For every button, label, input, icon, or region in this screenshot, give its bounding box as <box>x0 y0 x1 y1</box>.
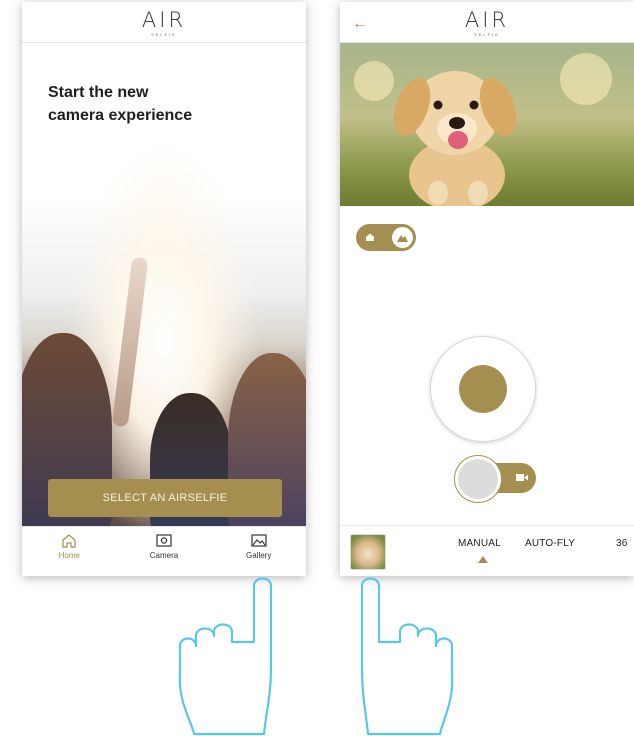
puppy-image <box>393 71 517 206</box>
nav-home[interactable]: Home <box>22 527 117 576</box>
home-icon <box>62 534 76 548</box>
joystick-knob[interactable] <box>459 365 507 413</box>
shutter-button[interactable] <box>454 455 502 503</box>
select-airselfie-button[interactable]: SELECT AN AIRSELFIE <box>48 479 282 517</box>
nav-gallery-label: Gallery <box>246 551 272 560</box>
logo-text: AIR <box>464 8 510 32</box>
logo-subtext: SELFIE <box>474 32 500 37</box>
mode-manual[interactable]: MANUAL <box>458 538 501 549</box>
nav-home-label: Home <box>58 551 80 560</box>
toggle-knob[interactable] <box>392 227 413 248</box>
pointing-hand-icon <box>360 577 454 736</box>
app-logo: AIR SELFIE <box>340 8 634 37</box>
selected-mode-indicator <box>478 556 488 563</box>
nav-camera-label: Camera <box>149 551 179 560</box>
home-icon <box>366 233 374 241</box>
joystick-pad[interactable] <box>430 336 536 442</box>
mode-360[interactable]: 36 <box>616 538 628 549</box>
shutter-control <box>454 455 538 503</box>
home-screen: AIR SELFIE Start the new camera experien… <box>22 2 306 576</box>
logo-text: AIR <box>141 8 187 32</box>
camera-icon <box>156 534 172 547</box>
logo-subtext: SELFIE <box>151 32 177 37</box>
drone-icon <box>397 235 408 242</box>
hero-image: Start the new camera experience SELECT A… <box>22 43 306 533</box>
mode-auto-fly[interactable]: AUTO-FLY <box>525 538 575 549</box>
video-icon <box>516 474 528 481</box>
pointing-hand-icon <box>178 577 273 736</box>
title-line-1: Start the new <box>48 84 149 101</box>
mode-toggle[interactable] <box>356 224 416 251</box>
camera-screen: ← AIR SELFIE MANUAL AUTO-FLY 36 <box>340 2 634 576</box>
page-title: Start the new camera experience <box>48 81 268 127</box>
shutter-inner <box>458 459 498 499</box>
title-line-2: camera experience <box>48 107 193 124</box>
raised-arm <box>111 256 149 428</box>
camera-preview <box>340 43 634 206</box>
gallery-icon <box>251 534 267 547</box>
app-logo: AIR SELFIE <box>22 8 306 37</box>
